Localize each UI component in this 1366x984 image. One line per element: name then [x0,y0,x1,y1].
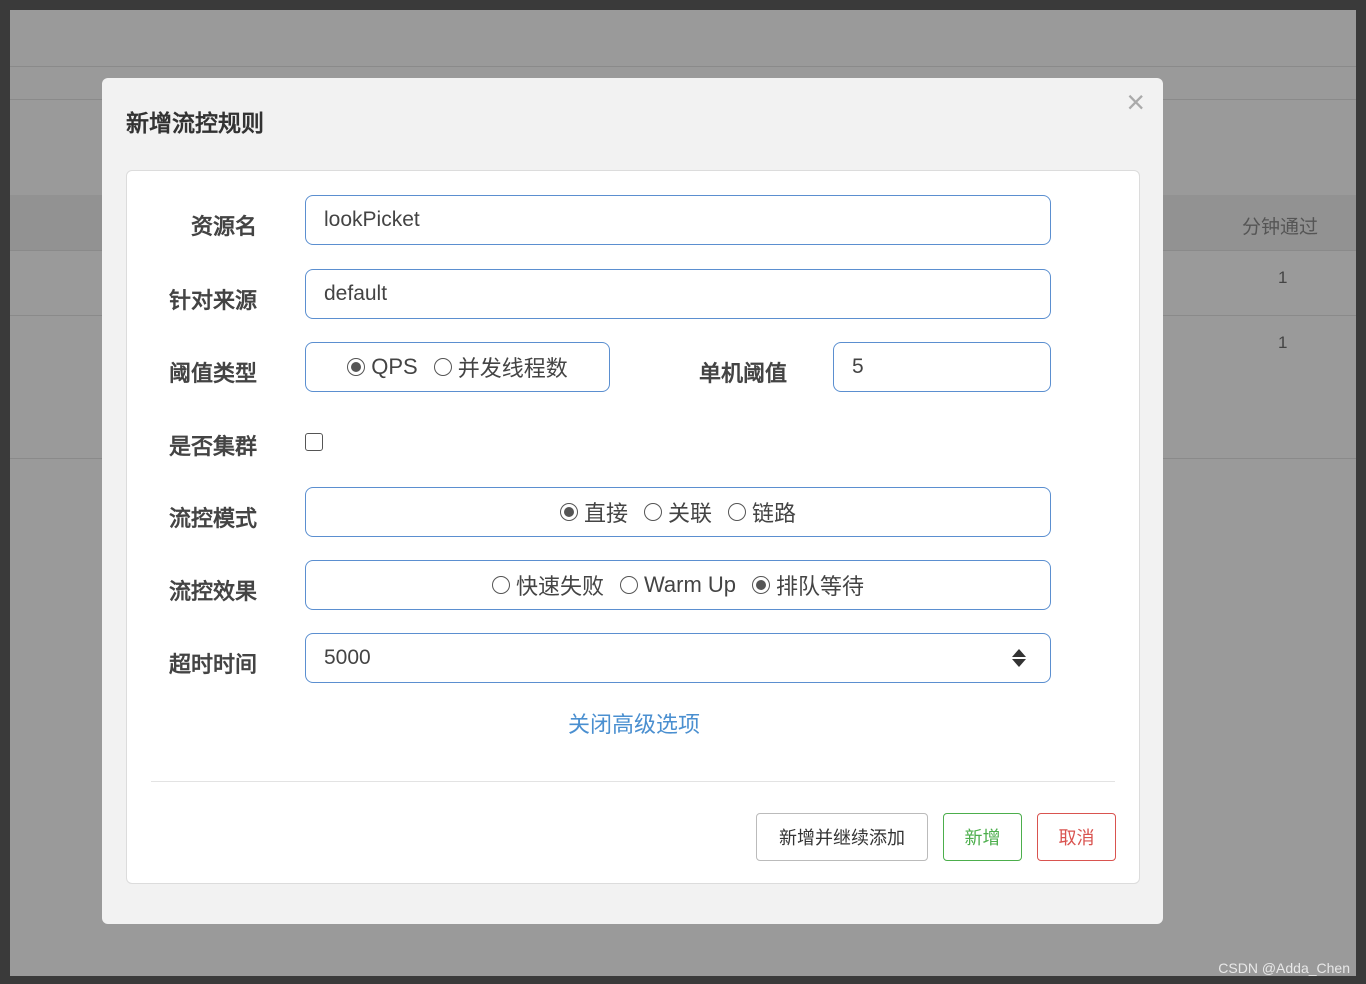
cluster-checkbox[interactable] [305,433,323,451]
single-threshold-field[interactable] [833,342,1051,392]
radio-unselected-icon [433,358,452,376]
radio-direct[interactable]: 直接 [559,496,628,528]
spinner-down-icon[interactable] [1012,659,1026,667]
form-panel: 资源名 针对来源 阈值类型 QPS 并发线程数 单机阈值 [126,170,1140,884]
limit-app-field[interactable] [305,269,1051,319]
radio-label: 关联 [667,501,712,526]
add-button[interactable]: 新增 [943,813,1022,861]
radio-fast-fail[interactable]: 快速失败 [491,569,604,601]
limit-app-label: 针对来源 [168,288,257,313]
radio-unselected-icon [643,503,662,521]
spinner-up-icon[interactable] [1012,649,1026,657]
radio-label: 直接 [583,501,628,526]
radio-unselected-icon [491,576,510,594]
bg-column-header: 分钟通过 [1242,217,1319,238]
cancel-button[interactable]: 取消 [1037,813,1116,861]
timeout-label: 超时时间 [168,652,257,677]
radio-label: 链路 [752,501,797,526]
radio-unselected-icon [728,503,746,521]
single-threshold-input[interactable] [834,343,1050,391]
bg-row-value: 1 [1278,333,1288,352]
timeout-field[interactable] [305,633,1051,683]
radio-queue-wait[interactable]: 排队等待 [752,569,864,601]
modal-title: 新增流控规则 [126,110,264,136]
add-and-continue-button[interactable]: 新增并继续添加 [756,813,928,861]
add-flow-rule-modal: 新增流控规则 × 资源名 针对来源 阈值类型 QPS 并发线程数 [102,78,1163,924]
threshold-type-label: 阈值类型 [168,361,257,386]
resource-name-input[interactable] [306,196,1050,244]
resource-name-label: 资源名 [190,214,257,239]
radio-thread-count[interactable]: 并发线程数 [433,351,568,383]
radio-label: QPS [371,354,418,379]
radio-label: Warm Up [643,572,737,597]
cluster-label: 是否集群 [168,434,257,459]
bg-divider [10,66,1356,67]
radio-warm-up[interactable]: Warm Up [619,572,737,598]
resource-name-field[interactable] [305,195,1051,245]
radio-label: 排队等待 [776,574,865,599]
strategy-group: 直接 关联 链路 [305,487,1051,537]
limit-app-input[interactable] [306,270,1050,318]
control-behavior-group: 快速失败 Warm Up 排队等待 [305,560,1051,610]
control-behavior-label: 流控效果 [168,579,257,604]
threshold-type-group: QPS 并发线程数 [305,342,610,392]
single-threshold-label: 单机阈值 [698,361,787,386]
timeout-input[interactable] [306,634,1050,682]
radio-label: 并发线程数 [457,356,568,381]
bg-row-value: 1 [1278,268,1288,287]
radio-chain[interactable]: 链路 [728,496,796,528]
footer-divider [151,781,1115,782]
strategy-label: 流控模式 [168,506,257,531]
radio-selected-icon [752,576,771,594]
watermark: CSDN @Adda_Chen [1218,960,1350,976]
radio-relate[interactable]: 关联 [643,496,712,528]
radio-selected-icon [559,503,578,521]
number-spinner[interactable] [1008,646,1030,670]
radio-selected-icon [347,358,366,376]
radio-unselected-icon [619,576,638,594]
radio-qps[interactable]: QPS [347,354,418,380]
close-advanced-options-link[interactable]: 关闭高级选项 [127,707,1141,739]
radio-label: 快速失败 [515,574,604,599]
close-icon[interactable]: × [1126,86,1145,118]
